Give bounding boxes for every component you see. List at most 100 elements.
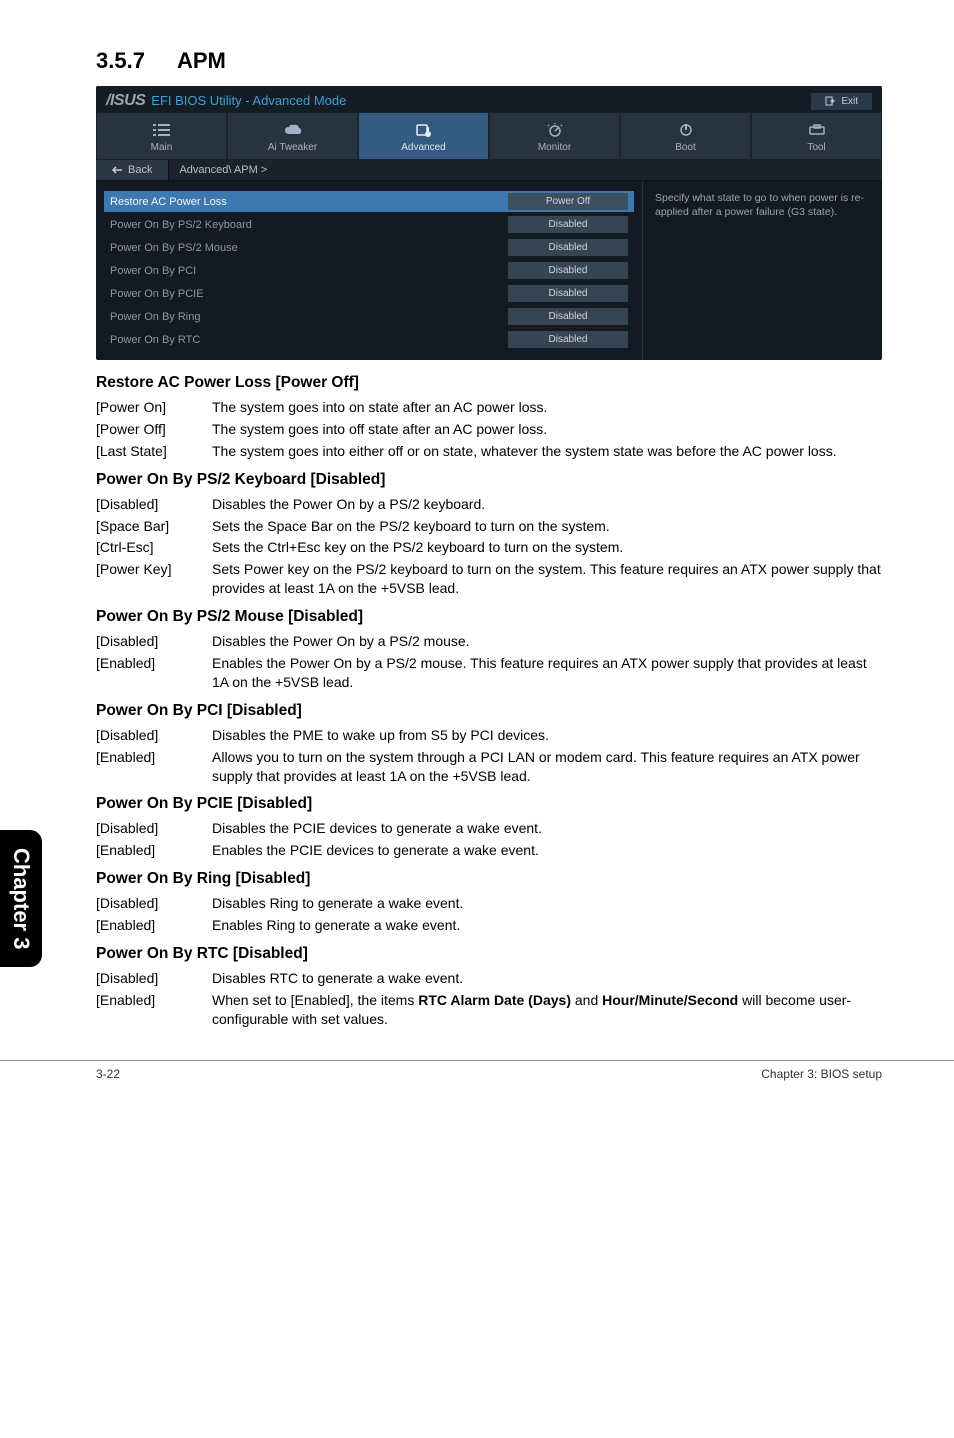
row-ps2-keyboard[interactable]: Power On By PS/2 Keyboard Disabled <box>104 214 634 235</box>
list-item: [Power Off]The system goes into off stat… <box>96 420 882 439</box>
row-rtc-val[interactable]: Disabled <box>508 331 628 348</box>
list-item: [Disabled]Disables Ring to generate a wa… <box>96 894 882 913</box>
tab-advanced[interactable]: Advanced <box>358 112 489 160</box>
tab-monitor[interactable]: Monitor <box>489 112 620 160</box>
row-pci-val[interactable]: Disabled <box>508 262 628 279</box>
opt-key: [Power Key] <box>96 560 212 598</box>
list-item: [Disabled]Disables the PCIE devices to g… <box>96 819 882 838</box>
list-item: [Disabled]Disables the Power On by a PS/… <box>96 495 882 514</box>
opt-key: [Last State] <box>96 442 212 461</box>
row-pci-name: Power On By PCI <box>110 265 196 277</box>
opt-key: [Enabled] <box>96 841 212 860</box>
list-icon <box>153 123 171 137</box>
row-ps2-mouse[interactable]: Power On By PS/2 Mouse Disabled <box>104 237 634 258</box>
opt-key: [Disabled] <box>96 632 212 651</box>
subhead-ring: Power On By Ring [Disabled] <box>96 870 882 888</box>
advanced-icon <box>415 123 433 137</box>
exit-icon <box>825 96 835 106</box>
bios-settings-list: Restore AC Power Loss Power Off Power On… <box>96 181 642 360</box>
row-pcie-val[interactable]: Disabled <box>508 285 628 302</box>
bold-text: RTC Alarm Date (Days) <box>418 992 571 1008</box>
row-ps2-mouse-name: Power On By PS/2 Mouse <box>110 242 238 254</box>
section-number: 3.5.7 <box>96 48 145 73</box>
bios-title-text: EFI BIOS Utility - Advanced Mode <box>151 93 346 108</box>
page-footer: 3-22 Chapter 3: BIOS setup <box>0 1060 954 1099</box>
cloud-icon <box>284 123 302 137</box>
subhead-restore-ac: Restore AC Power Loss [Power Off] <box>96 374 882 392</box>
list-item: [Space Bar]Sets the Space Bar on the PS/… <box>96 517 882 536</box>
row-rtc-name: Power On By RTC <box>110 334 200 346</box>
tab-main-label: Main <box>151 142 173 153</box>
row-pcie[interactable]: Power On By PCIE Disabled <box>104 283 634 304</box>
row-ring-name: Power On By Ring <box>110 311 200 323</box>
opt-desc: Disables Ring to generate a wake event. <box>212 894 882 913</box>
row-ps2-keyboard-val[interactable]: Disabled <box>508 216 628 233</box>
row-restore-ac-val[interactable]: Power Off <box>508 193 628 210</box>
row-ring[interactable]: Power On By Ring Disabled <box>104 306 634 327</box>
row-rtc[interactable]: Power On By RTC Disabled <box>104 329 634 350</box>
back-button[interactable]: Back <box>96 160 169 180</box>
bold-text: Hour/Minute/Second <box>602 992 738 1008</box>
row-restore-ac[interactable]: Restore AC Power Loss Power Off <box>104 191 634 212</box>
row-pci[interactable]: Power On By PCI Disabled <box>104 260 634 281</box>
tab-boot-label: Boot <box>675 142 696 153</box>
opt-desc: Sets the Space Bar on the PS/2 keyboard … <box>212 517 882 536</box>
opt-desc: When set to [Enabled], the items RTC Ala… <box>212 991 882 1029</box>
asus-logo: /ISUS <box>106 92 145 110</box>
row-ring-val[interactable]: Disabled <box>508 308 628 325</box>
subhead-ps2-keyboard: Power On By PS/2 Keyboard [Disabled] <box>96 471 882 489</box>
list-item: [Enabled]Enables Ring to generate a wake… <box>96 916 882 935</box>
list-item: [Disabled]Disables the PME to wake up fr… <box>96 726 882 745</box>
text: and <box>571 992 602 1008</box>
opt-key: [Disabled] <box>96 894 212 913</box>
tool-icon <box>808 123 826 137</box>
subhead-pci: Power On By PCI [Disabled] <box>96 702 882 720</box>
back-label: Back <box>128 164 152 176</box>
opt-key: [Disabled] <box>96 495 212 514</box>
list-item: [Enabled]Allows you to turn on the syste… <box>96 748 882 786</box>
tab-ai-tweaker[interactable]: Ai Tweaker <box>227 112 358 160</box>
opt-desc: Enables the PCIE devices to generate a w… <box>212 841 882 860</box>
list-item: [Disabled]Disables the Power On by a PS/… <box>96 632 882 651</box>
list-item: [Enabled] When set to [Enabled], the ite… <box>96 991 882 1029</box>
opt-desc: Enables Ring to generate a wake event. <box>212 916 882 935</box>
row-ps2-mouse-val[interactable]: Disabled <box>508 239 628 256</box>
list-item: [Enabled]Enables the Power On by a PS/2 … <box>96 654 882 692</box>
tab-tool[interactable]: Tool <box>751 112 882 160</box>
opt-desc: Disables the PME to wake up from S5 by P… <box>212 726 882 745</box>
opt-key: [Power Off] <box>96 420 212 439</box>
opt-key: [Disabled] <box>96 726 212 745</box>
breadcrumb-path: Advanced\ APM > <box>169 160 277 180</box>
list-item: [Ctrl-Esc]Sets the Ctrl+Esc key on the P… <box>96 538 882 557</box>
list-item: [Power Key]Sets Power key on the PS/2 ke… <box>96 560 882 598</box>
opt-desc: Disables RTC to generate a wake event. <box>212 969 882 988</box>
opt-key: [Enabled] <box>96 991 212 1029</box>
opt-desc: Sets the Ctrl+Esc key on the PS/2 keyboa… <box>212 538 882 557</box>
tab-monitor-label: Monitor <box>538 142 571 153</box>
section-heading: 3.5.7APM <box>96 48 882 74</box>
opt-key: [Power On] <box>96 398 212 417</box>
opt-desc: The system goes into either off or on st… <box>212 442 882 461</box>
monitor-icon <box>546 123 564 137</box>
subhead-rtc: Power On By RTC [Disabled] <box>96 945 882 963</box>
tab-main[interactable]: Main <box>96 112 227 160</box>
subhead-pcie: Power On By PCIE [Disabled] <box>96 795 882 813</box>
opt-desc: The system goes into on state after an A… <box>212 398 882 417</box>
opt-key: [Enabled] <box>96 916 212 935</box>
row-ps2-keyboard-name: Power On By PS/2 Keyboard <box>110 219 252 231</box>
bios-tab-bar: Main Ai Tweaker Advanced Monitor Boot To… <box>96 112 882 160</box>
opt-desc: Enables the Power On by a PS/2 mouse. Th… <box>212 654 882 692</box>
exit-button[interactable]: Exit <box>811 93 872 110</box>
opt-key: [Enabled] <box>96 748 212 786</box>
chapter-label: Chapter 3: BIOS setup <box>761 1067 882 1081</box>
opt-desc: Disables the Power On by a PS/2 keyboard… <box>212 495 882 514</box>
chapter-side-tab: Chapter 3 <box>0 830 42 967</box>
page-number: 3-22 <box>96 1067 120 1081</box>
opt-desc: Disables the PCIE devices to generate a … <box>212 819 882 838</box>
list-item: [Last State]The system goes into either … <box>96 442 882 461</box>
exit-label: Exit <box>841 96 858 107</box>
bios-screenshot: /ISUS EFI BIOS Utility - Advanced Mode E… <box>96 86 882 360</box>
tab-boot[interactable]: Boot <box>620 112 751 160</box>
opt-key: [Disabled] <box>96 819 212 838</box>
bios-titlebar: /ISUS EFI BIOS Utility - Advanced Mode E… <box>96 86 882 112</box>
